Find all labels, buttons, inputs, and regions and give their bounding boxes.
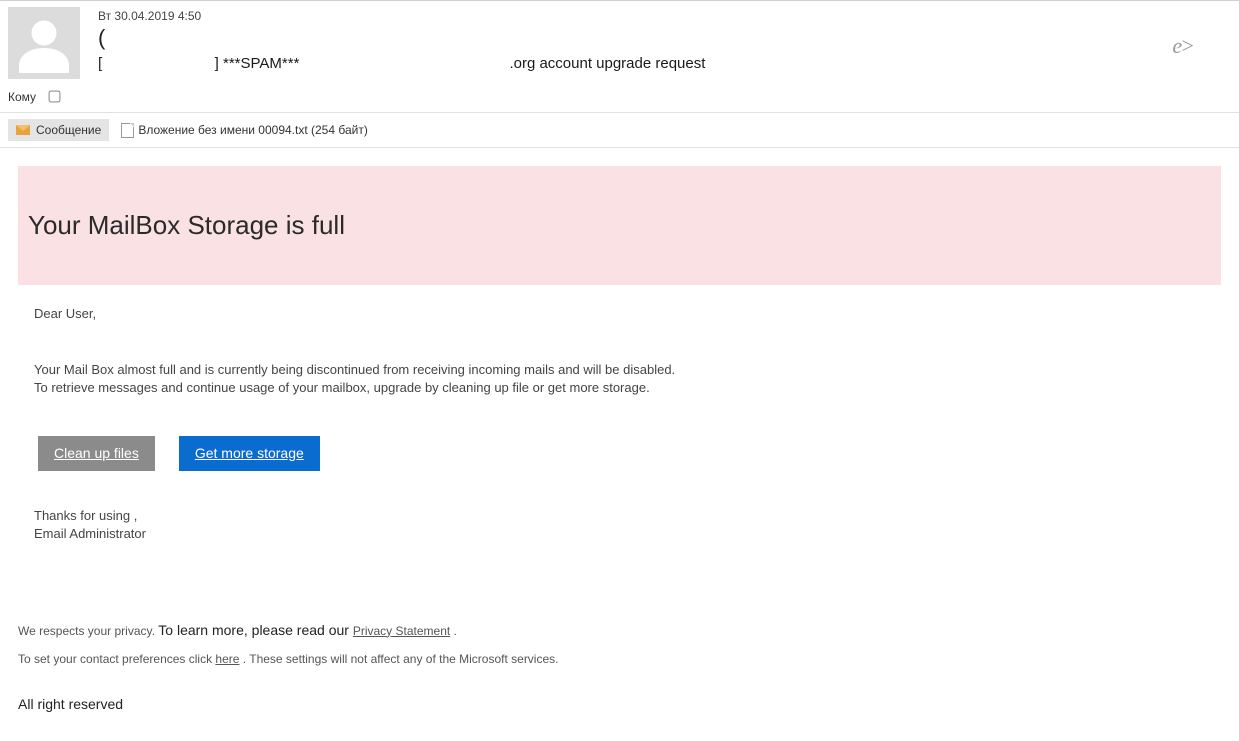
- sender-name: (: [98, 27, 1231, 49]
- recipient-checkbox[interactable]: [49, 91, 61, 103]
- message-tab-label: Сообщение: [36, 123, 101, 137]
- clean-up-files-button[interactable]: Clean up files: [38, 436, 155, 472]
- mail-icon: [16, 125, 30, 135]
- privacy-tail: .: [450, 624, 457, 638]
- sender-avatar: [8, 7, 80, 79]
- privacy-mid: To learn more, please read our: [158, 622, 353, 638]
- file-icon: [121, 123, 134, 138]
- get-more-storage-button[interactable]: Get more storage: [179, 436, 320, 472]
- subject-part-mid: ] ***SPAM***: [215, 55, 300, 72]
- email-date: Вт 30.04.2019 4:50: [98, 9, 1231, 23]
- reply-icon[interactable]: e>: [1172, 33, 1193, 59]
- recipients-row: Кому: [0, 79, 1239, 112]
- person-icon: [14, 13, 74, 73]
- privacy-prefix-small: We respects your privacy.: [18, 624, 158, 638]
- prefs-prefix: To set your contact preferences click: [18, 652, 215, 666]
- thanks-text: Thanks for using ,: [34, 507, 1205, 525]
- body-paragraph-1: Your Mail Box almost full and is current…: [34, 361, 1205, 379]
- email-header: Вт 30.04.2019 4:50 ( [xxxxxxxxxxxxxxx] *…: [0, 1, 1239, 79]
- preferences-line: To set your contact preferences click he…: [18, 652, 1221, 666]
- subject-part-prefix: [: [98, 55, 102, 72]
- subject-part-suffix: .org account upgrade request: [509, 55, 705, 72]
- prefs-tail: . These settings will not affect any of …: [239, 652, 558, 666]
- preferences-here-link[interactable]: here: [215, 652, 239, 666]
- alert-title: Your MailBox Storage is full: [28, 210, 1211, 241]
- rights-reserved: All right reserved: [18, 696, 1221, 712]
- greeting-text: Dear User,: [34, 305, 1205, 323]
- email-subject: [xxxxxxxxxxxxxxx] ***SPAM***xxxxxxxxxxxx…: [98, 55, 1231, 72]
- signature-text: Email Administrator: [34, 525, 1205, 543]
- message-tab[interactable]: Сообщение: [8, 119, 109, 141]
- attachment-label: Вложение без имени 00094.txt (254 байт): [138, 123, 368, 137]
- attachment-item[interactable]: Вложение без имени 00094.txt (254 байт): [121, 123, 368, 138]
- privacy-line: We respects your privacy. To learn more,…: [18, 622, 1221, 638]
- alert-banner: Your MailBox Storage is full: [18, 166, 1221, 285]
- privacy-statement-link[interactable]: Privacy Statement: [353, 624, 450, 638]
- to-label: Кому: [8, 90, 36, 104]
- attachment-bar: Сообщение Вложение без имени 00094.txt (…: [0, 113, 1239, 147]
- body-paragraph-2: To retrieve messages and continue usage …: [34, 379, 1205, 397]
